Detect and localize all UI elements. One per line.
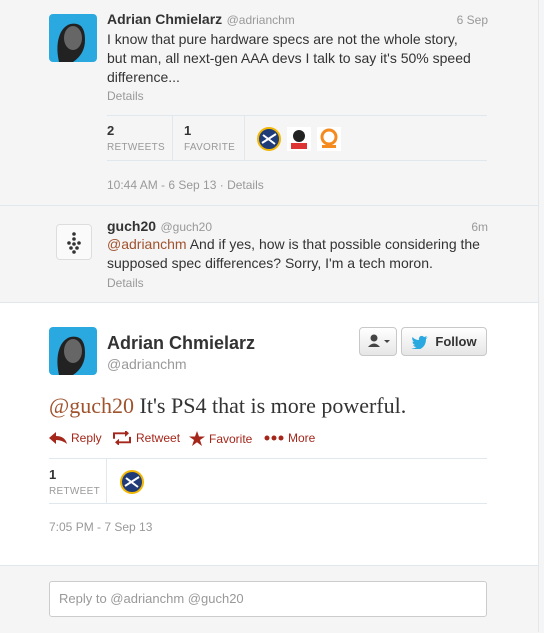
retweet-label: Retweet xyxy=(136,431,181,445)
tweet-text-line: @adrianchm And if yes, how is that possi… xyxy=(107,235,507,254)
details-link[interactable]: Details xyxy=(107,89,144,103)
retweets-stat[interactable]: 1 RETWEET xyxy=(49,467,100,497)
tweet-time[interactable]: 6m xyxy=(471,220,488,234)
divider xyxy=(49,458,487,459)
favorites-label: FAVORITE xyxy=(184,142,236,153)
twitter-bird-icon xyxy=(411,335,429,349)
tweet-text: @guch20 It's PS4 that is more powerful. xyxy=(49,393,406,419)
retweets-count: 2 xyxy=(107,123,115,138)
retweets-stat[interactable]: 2 RETWEETS xyxy=(107,123,165,153)
user-dropdown-button[interactable] xyxy=(359,327,397,356)
reply-action[interactable]: Reply xyxy=(49,431,102,445)
details-link[interactable]: Details xyxy=(227,178,264,192)
divider xyxy=(49,503,487,504)
person-icon xyxy=(368,334,390,347)
more-action[interactable]: More xyxy=(264,431,315,445)
divider xyxy=(244,115,245,160)
avatar-adrianchm[interactable] xyxy=(49,327,97,375)
author-name[interactable]: Adrian Chmielarz xyxy=(107,333,255,354)
retweet-count: 1 xyxy=(49,467,57,482)
focused-tweet: Adrian Chmielarz @adrianchm Follow @guch… xyxy=(0,303,538,565)
follow-label: Follow xyxy=(435,334,477,349)
reply-arrow-icon xyxy=(49,432,67,444)
tweet-conversation-panel: Adrian Chmielarz @adrianchm 6 Sep I know… xyxy=(0,0,539,633)
author-handle[interactable]: @adrianchm xyxy=(107,356,187,372)
author-handle[interactable]: @guch20 xyxy=(160,220,212,234)
tweet-date[interactable]: 6 Sep xyxy=(457,13,488,27)
divider xyxy=(107,115,487,116)
avatar-adrianchm[interactable] xyxy=(49,14,97,62)
favoriter-avatars xyxy=(257,127,341,151)
retweet-label: RETWEET xyxy=(49,486,100,497)
tweet-text-span: It's PS4 that is more powerful. xyxy=(134,393,407,418)
divider xyxy=(107,160,487,161)
author-name[interactable]: Adrian Chmielarz xyxy=(107,11,222,27)
retweets-label: RETWEETS xyxy=(107,142,165,153)
sabres-logo-avatar[interactable] xyxy=(257,127,281,151)
favorites-count: 1 xyxy=(184,123,192,138)
mention-link[interactable]: @guch20 xyxy=(49,393,134,418)
tweet-text: I know that pure hardware specs are not … xyxy=(107,30,497,87)
divider xyxy=(106,459,107,503)
timestamp-text[interactable]: 10:44 AM - 6 Sep 13 xyxy=(107,178,216,192)
star-icon xyxy=(189,431,205,446)
follow-button[interactable]: Follow xyxy=(401,327,487,356)
tweet-text-line: I know that pure hardware specs are not … xyxy=(107,31,458,47)
reply-area: Reply to @adrianchm @guch20 xyxy=(0,565,538,633)
orange-logo-avatar[interactable] xyxy=(317,127,341,151)
tweet-adrianchm-1[interactable]: Adrian Chmielarz @adrianchm 6 Sep I know… xyxy=(0,0,538,206)
tweet-guch20[interactable]: guch20 @guch20 6m @adrianchm And if yes,… xyxy=(0,206,538,303)
tweet-text-span: And if yes, how is that possible conside… xyxy=(186,236,480,252)
tweet-header: Adrian Chmielarz @adrianchm xyxy=(107,11,295,29)
tweet-header: guch20 @guch20 xyxy=(107,218,212,236)
tweet-timestamp: 10:44 AM - 6 Sep 13 · Details xyxy=(107,178,264,192)
author-name[interactable]: guch20 xyxy=(107,218,156,234)
tweet-timestamp[interactable]: 7:05 PM - 7 Sep 13 xyxy=(49,520,152,534)
tweet-text-line: but man, all next-gen AAA devs I talk to… xyxy=(107,50,471,66)
reply-label: Reply xyxy=(71,431,102,445)
more-label: More xyxy=(288,431,316,445)
sabres-logo-avatar[interactable] xyxy=(120,470,144,494)
mention-link[interactable]: @adrianchm xyxy=(107,236,187,252)
tweet-text-line: supposed spec differences? Sorry, I'm a … xyxy=(107,255,433,271)
more-dots-icon xyxy=(264,435,284,441)
favorites-stat[interactable]: 1 FAVORITE xyxy=(184,123,235,153)
reply-input[interactable]: Reply to @adrianchm @guch20 xyxy=(49,581,487,617)
tweet-text-line: difference... xyxy=(107,69,180,85)
divider xyxy=(172,115,173,160)
retweeter-avatars xyxy=(120,470,144,499)
cartoon-avatar[interactable] xyxy=(287,127,311,151)
retweet-action[interactable]: Retweet xyxy=(112,431,180,445)
author-handle[interactable]: @adrianchm xyxy=(227,13,295,27)
favorite-action[interactable]: Favorite xyxy=(189,431,252,446)
retweet-icon xyxy=(113,431,131,445)
timestamp-separator: · xyxy=(216,178,228,192)
favorite-label: Favorite xyxy=(209,431,253,446)
tweet-text: @adrianchm And if yes, how is that possi… xyxy=(107,235,507,273)
avatar-guch20[interactable] xyxy=(56,224,92,260)
details-link[interactable]: Details xyxy=(107,276,144,290)
